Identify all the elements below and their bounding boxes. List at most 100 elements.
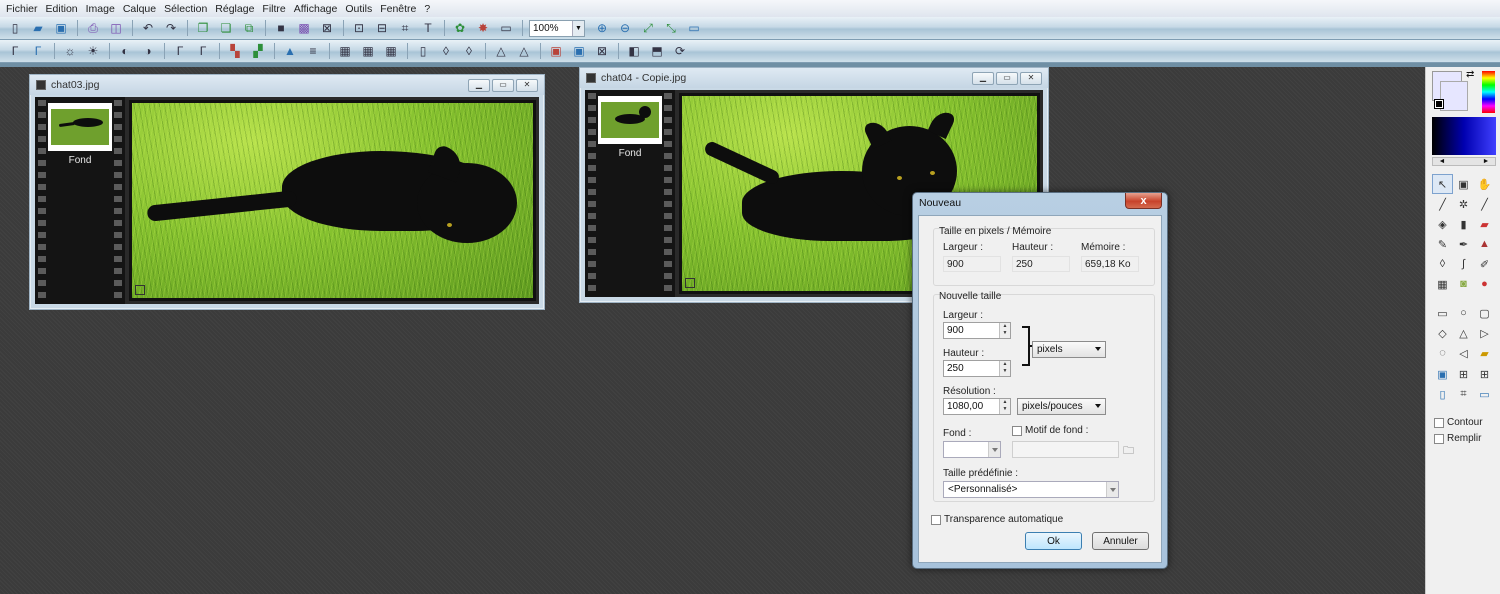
stamp-tool-icon[interactable]: ▲	[1474, 234, 1495, 254]
negative-icon[interactable]: ▦	[382, 42, 400, 60]
auto-contrast-icon[interactable]: Γ	[29, 42, 47, 60]
layer-thumbnail[interactable]	[48, 103, 112, 151]
dialog-close-button[interactable]: x	[1125, 193, 1162, 209]
minimize-button[interactable]: ▁	[468, 78, 490, 92]
palette-next-icon[interactable]: ►	[1477, 158, 1495, 165]
rotate-icon[interactable]: ⟳	[671, 42, 689, 60]
height-stepper[interactable]: ▲ ▼	[999, 361, 1010, 376]
image-canvas[interactable]	[132, 103, 533, 298]
sharpen-icon[interactable]: ▯	[414, 42, 432, 60]
resolution-stepper[interactable]: ▲ ▼	[999, 399, 1010, 414]
preset-select[interactable]: <Personnalisé>	[943, 481, 1119, 498]
color-spectrum[interactable]	[1482, 71, 1495, 113]
effects-icon[interactable]: ✿	[451, 19, 469, 37]
pattern-field[interactable]	[1012, 441, 1119, 458]
lasso-shape-icon[interactable]: ◌	[1432, 343, 1453, 363]
ratio-4-3-icon[interactable]: ⊞	[1453, 364, 1474, 384]
contour-option[interactable]: Contour	[1434, 417, 1483, 428]
edge-icon[interactable]: △	[515, 42, 533, 60]
arrow-shape-icon[interactable]: ◁	[1453, 343, 1474, 363]
saturation-down-icon[interactable]: ▚	[226, 42, 244, 60]
resize-icon[interactable]: ⊡	[350, 19, 368, 37]
grayscale-icon[interactable]: ▦	[336, 42, 354, 60]
select-crosshair-icon[interactable]: ⌗	[1453, 384, 1474, 404]
saturation-up-icon[interactable]: ▞	[249, 42, 267, 60]
contrast-up-icon[interactable]: ◑	[139, 42, 157, 60]
replace-color-icon[interactable]: ▣	[570, 42, 588, 60]
spray-tool-icon[interactable]: ▮	[1453, 214, 1474, 234]
select-vertical-icon[interactable]: ▯	[1432, 384, 1453, 404]
mask-icon[interactable]: ⊠	[593, 42, 611, 60]
selection-tool-icon[interactable]: ▣	[1453, 174, 1474, 194]
swap-colors-icon[interactable]: ⇄	[1466, 69, 1474, 80]
contrast-down-icon[interactable]: ◐	[116, 42, 134, 60]
retouch-tool-icon[interactable]: ✐	[1474, 254, 1495, 274]
blur-icon[interactable]: ◊	[437, 42, 455, 60]
layer-icon[interactable]: ■	[272, 19, 290, 37]
menu-filtre[interactable]: Filtre	[260, 3, 291, 15]
open-folder-icon[interactable]: ▰	[29, 19, 47, 37]
scan-icon[interactable]: ◫	[107, 19, 125, 37]
menu-fichier[interactable]: Fichier	[4, 3, 44, 15]
crop-icon[interactable]: ⌗	[396, 19, 414, 37]
pen-tool-icon[interactable]: ✒	[1453, 234, 1474, 254]
color-balance-icon[interactable]: ▣	[547, 42, 565, 60]
right-triangle-shape-icon[interactable]: ▷	[1474, 323, 1495, 343]
sepia-icon[interactable]: ▦	[359, 42, 377, 60]
close-button[interactable]: ✕	[1020, 71, 1042, 85]
minimize-button[interactable]: ▁	[972, 71, 994, 85]
eraser-tool-icon[interactable]: ▰	[1474, 214, 1495, 234]
redo-icon[interactable]: ↷	[162, 19, 180, 37]
height-input[interactable]: 250 ▲ ▼	[943, 360, 1011, 377]
menu-selection[interactable]: Sélection	[162, 3, 213, 15]
maximize-button[interactable]: ▭	[996, 71, 1018, 85]
paste-new-icon[interactable]: ⧉	[240, 19, 258, 37]
hand-tool-icon[interactable]: ✋	[1474, 174, 1495, 194]
zoom-in-icon[interactable]: ⊕	[593, 19, 611, 37]
ellipse-shape-icon[interactable]: ○	[1453, 303, 1474, 323]
foreground-color-swatch[interactable]	[1440, 81, 1468, 111]
background-color-select[interactable]	[943, 441, 1001, 458]
eyedropper-tool-icon[interactable]: ╱	[1432, 194, 1453, 214]
brush-tool-icon[interactable]: ✎	[1432, 234, 1453, 254]
print-icon[interactable]: ⎙	[84, 19, 102, 37]
width-input[interactable]: 900 ▲ ▼	[943, 322, 1011, 339]
document-titlebar[interactable]: chat04 - Copie.jpg ▁ ▭ ✕	[580, 68, 1048, 88]
auto-level-icon[interactable]: Γ	[6, 42, 24, 60]
menu-outils[interactable]: Outils	[343, 3, 378, 15]
cancel-button[interactable]: Annuler	[1092, 532, 1149, 550]
menu-affichage[interactable]: Affichage	[292, 3, 344, 15]
paste-icon[interactable]: ❏	[217, 19, 235, 37]
document-titlebar[interactable]: chat03.jpg ▁ ▭ ✕	[30, 75, 544, 95]
undo-icon[interactable]: ↶	[139, 19, 157, 37]
flip-v-icon[interactable]: ⬒	[648, 42, 666, 60]
document-window-chat03[interactable]: chat03.jpg ▁ ▭ ✕ Fond	[29, 74, 545, 310]
menu-calque[interactable]: Calque	[121, 3, 162, 15]
pointer-tool-icon[interactable]: ↖	[1432, 174, 1453, 194]
size-unit-select[interactable]: pixels	[1032, 341, 1106, 358]
layer-thumbnail[interactable]	[598, 96, 662, 144]
resolution-input[interactable]: 1080,00 ▲ ▼	[943, 398, 1011, 415]
triangle-shape-icon[interactable]: △	[1453, 323, 1474, 343]
magic-wand-tool-icon[interactable]: ✲	[1453, 194, 1474, 214]
contour-checkbox[interactable]	[1434, 417, 1444, 428]
menu-reglage[interactable]: Réglage	[213, 3, 260, 15]
histogram-icon[interactable]: ⊠	[318, 19, 336, 37]
default-colors-icon[interactable]	[1434, 99, 1444, 109]
line-tool-icon[interactable]: ╱	[1474, 194, 1495, 214]
smudge-tool-icon[interactable]: ∫	[1453, 254, 1474, 274]
width-stepper[interactable]: ▲ ▼	[999, 323, 1010, 338]
copy-icon[interactable]: ❐	[194, 19, 212, 37]
save-icon[interactable]: ▣	[52, 19, 70, 37]
actual-size-icon[interactable]: ⤡	[662, 19, 680, 37]
clone-tool-icon[interactable]: ◙	[1453, 274, 1474, 294]
rounded-rect-shape-icon[interactable]: ▢	[1474, 303, 1495, 323]
close-button[interactable]: ✕	[516, 78, 538, 92]
fullscreen-icon[interactable]: ▭	[685, 19, 703, 37]
menu-help[interactable]: ?	[422, 3, 436, 15]
new-file-icon[interactable]: ▯	[6, 19, 24, 37]
folder-shape-icon[interactable]: ▰	[1474, 343, 1495, 363]
brightness-up-icon[interactable]: ☀	[84, 42, 102, 60]
curves-icon[interactable]: ≡	[304, 42, 322, 60]
folder-open-icon[interactable]: 🗀	[1123, 442, 1134, 461]
